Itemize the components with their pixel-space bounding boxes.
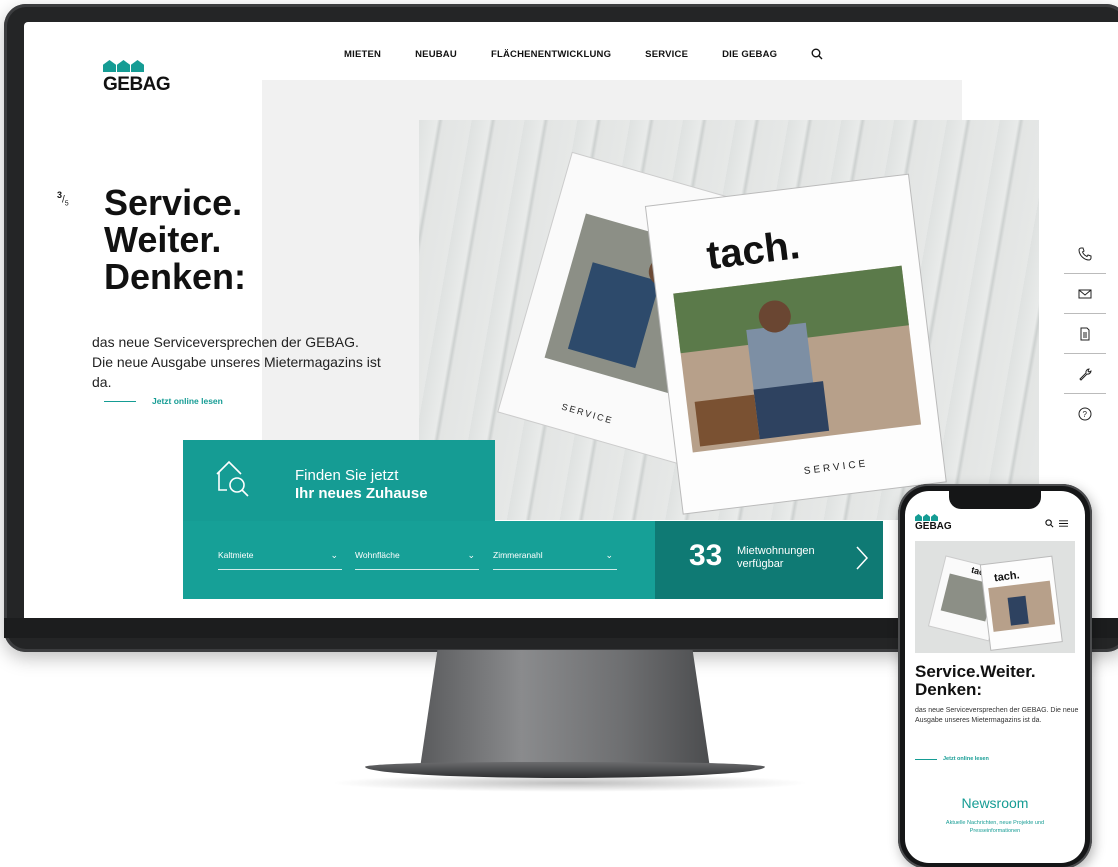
chevron-down-icon: ⌄ [605, 550, 613, 560]
apartment-count-label: Mietwohnungen verfügbar [737, 545, 815, 570]
nav-item-die-gebag[interactable]: DIE GEBAG [722, 49, 777, 60]
house-search-icon [216, 460, 249, 497]
wrench-icon[interactable] [1064, 354, 1106, 394]
mail-icon[interactable] [1064, 274, 1106, 314]
hero-magazine-image: tach. SERVICE tach. SERVICE [419, 120, 1039, 520]
mobile-hero-image: tach. tach. [915, 541, 1075, 653]
logo-text: GEBAG [103, 74, 171, 95]
mobile-logo-text: GEBAG [915, 521, 952, 532]
filter-wohnflaeche-label: Wohnfläche [355, 550, 400, 560]
apartment-count: 33 [689, 539, 723, 572]
apartment-finder-panel: Finden Sie jetzt Ihr neues Zuhause [183, 440, 495, 521]
newsroom-title[interactable]: Newsroom [905, 795, 1085, 811]
finder-line-1: Finden Sie jetzt [295, 467, 399, 484]
phone-icon[interactable] [1064, 234, 1106, 274]
filter-wohnflaeche[interactable]: Wohnfläche ⌄ [355, 550, 479, 570]
mobile-screen: GEBAG tach. tach. [905, 491, 1085, 863]
chevron-right-icon [856, 546, 869, 570]
mobile-read-online-link[interactable]: Jetzt online lesen [915, 756, 989, 762]
search-icon[interactable] [1045, 519, 1054, 528]
menu-icon[interactable] [1059, 519, 1068, 528]
hero-subtext: das neue Serviceversprechen der GEBAG. D… [92, 334, 381, 390]
gebag-logo[interactable]: GEBAG [103, 60, 173, 104]
search-icon[interactable] [811, 48, 823, 60]
document-icon[interactable] [1064, 314, 1106, 354]
nav-item-mieten[interactable]: MIETEN [344, 49, 381, 60]
mobile-header-icons [1045, 519, 1068, 528]
smartphone-frame: GEBAG tach. tach. [898, 484, 1092, 867]
mobile-logo[interactable]: GEBAG [915, 514, 952, 532]
filter-kaltmiete[interactable]: Kaltmiete ⌄ [218, 550, 342, 570]
phone-notch [949, 491, 1041, 509]
nav-item-flaechenentwicklung[interactable]: FLÄCHENENTWICKLUNG [491, 49, 611, 60]
help-icon[interactable]: ? [1064, 394, 1106, 434]
mobile-read-online-label: Jetzt online lesen [943, 756, 989, 762]
search-filters: Kaltmiete ⌄ Wohnfläche ⌄ Zimmeranahl ⌄ [183, 521, 655, 599]
finder-title: Finden Sie jetzt Ihr neues Zuhause [295, 467, 428, 503]
headline-line-1: Service. [104, 182, 243, 223]
finder-line-2: Ihr neues Zuhause [295, 485, 428, 502]
monitor-stand [420, 650, 710, 768]
link-line [915, 758, 937, 760]
nav-item-neubau[interactable]: NEUBAU [415, 49, 457, 60]
svg-text:?: ? [1083, 410, 1088, 419]
hero-headline: Service. Weiter. Denken: [104, 184, 246, 295]
newsroom-subtitle: Aktuelle Nachrichten, neue Projekte und … [945, 820, 1045, 834]
chevron-down-icon: ⌄ [330, 550, 338, 560]
filter-kaltmiete-label: Kaltmiete [218, 550, 254, 560]
chevron-down-icon: ⌄ [467, 550, 475, 560]
headline-line-3: Denken: [104, 256, 247, 297]
mobile-subtext: das neue Serviceversprechen der GEBAG. D… [915, 707, 1079, 724]
available-apartments-button[interactable]: 33 Mietwohnungen verfügbar [655, 521, 883, 599]
quick-contact-bar: ? [1064, 234, 1106, 434]
nav-item-service[interactable]: SERVICE [645, 49, 688, 60]
headline-line-2: Weiter. [104, 219, 222, 260]
filter-zimmeranzahl-label: Zimmeranahl [493, 550, 543, 560]
read-online-label: Jetzt online lesen [152, 396, 223, 406]
read-online-link[interactable]: Jetzt online lesen [104, 396, 223, 406]
filter-zimmeranzahl[interactable]: Zimmeranahl ⌄ [493, 550, 617, 570]
slide-counter: 3/5 [57, 190, 69, 208]
mobile-headline: Service.Weiter. Denken: [915, 662, 1036, 699]
main-navigation: MIETEN NEUBAU FLÄCHENENTWICKLUNG SERVICE… [344, 48, 823, 60]
link-line [104, 400, 136, 402]
